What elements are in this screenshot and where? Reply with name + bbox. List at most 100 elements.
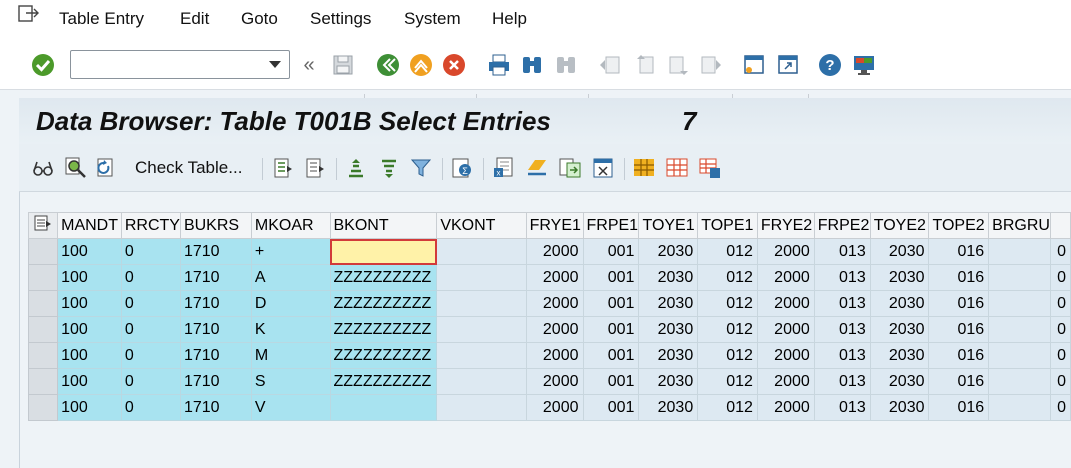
- table-cell[interactable]: 001: [582, 238, 640, 265]
- sort-ascending-icon[interactable]: [343, 154, 369, 182]
- customize-layout-icon[interactable]: [850, 40, 878, 90]
- table-cell[interactable]: 1710: [179, 264, 252, 291]
- table-cell[interactable]: 013: [813, 394, 871, 421]
- last-page-icon[interactable]: [697, 40, 725, 90]
- table-cell[interactable]: 2030: [638, 342, 699, 369]
- table-row[interactable]: 100 0 1710 D ZZZZZZZZZZ 2000 001 2030 012 2000 013…: [28, 290, 1071, 317]
- table-cell[interactable]: D: [250, 290, 331, 317]
- previous-page-icon[interactable]: [630, 40, 658, 90]
- table-cell[interactable]: 100: [57, 316, 122, 343]
- table-cell[interactable]: 100: [57, 290, 122, 317]
- table-cell[interactable]: 2030: [869, 394, 930, 421]
- glasses-icon[interactable]: [30, 154, 56, 182]
- table-cell[interactable]: 1710: [179, 342, 252, 369]
- table-cell[interactable]: ZZZZZZZZZZ: [329, 368, 438, 395]
- total-icon[interactable]: Σ: [449, 154, 475, 182]
- detail-icon[interactable]: [270, 154, 296, 182]
- save-layout-icon[interactable]: [697, 154, 723, 182]
- menu-goto[interactable]: Goto: [241, 9, 278, 29]
- table-cell[interactable]: 0: [1050, 264, 1071, 291]
- table-cell[interactable]: 013: [813, 342, 871, 369]
- column-header[interactable]: BUKRS: [179, 212, 252, 239]
- table-cell[interactable]: 2030: [869, 342, 930, 369]
- table-cell[interactable]: 0: [120, 394, 181, 421]
- table-row[interactable]: 100 0 1710 +2000 001 2030 012 2000 013 2030 016 0: [28, 238, 1071, 265]
- row-selector[interactable]: [28, 368, 59, 395]
- table-row[interactable]: 100 0 1710 S ZZZZZZZZZZ 2000 001 2030 012 2000 013…: [28, 368, 1071, 395]
- choose-layout-icon[interactable]: [631, 154, 657, 182]
- table-cell[interactable]: 0: [1050, 394, 1071, 421]
- table-cell[interactable]: 2030: [869, 368, 930, 395]
- create-session-icon[interactable]: [740, 40, 768, 90]
- table-cell[interactable]: 013: [813, 368, 871, 395]
- find-next-icon[interactable]: [552, 40, 580, 90]
- column-header[interactable]: FRYE1: [525, 212, 584, 239]
- table-cell[interactable]: 2000: [525, 264, 584, 291]
- table-cell[interactable]: 0: [120, 264, 181, 291]
- table-cell[interactable]: 2000: [756, 394, 815, 421]
- export-excel-icon[interactable]: x: [491, 154, 517, 182]
- table-cell[interactable]: 0: [1050, 342, 1071, 369]
- table-cell[interactable]: M: [250, 342, 331, 369]
- filter-icon[interactable]: [408, 154, 434, 182]
- display-icon[interactable]: [302, 154, 328, 182]
- table-cell[interactable]: 1710: [179, 290, 252, 317]
- table-cell[interactable]: 2030: [638, 238, 699, 265]
- table-cell[interactable]: 016: [928, 238, 990, 265]
- table-cell[interactable]: 2000: [756, 316, 815, 343]
- menu-edit[interactable]: Edit: [180, 9, 209, 29]
- row-selector[interactable]: [28, 316, 59, 343]
- table-cell[interactable]: 0: [1050, 316, 1071, 343]
- table-cell[interactable]: 2000: [525, 316, 584, 343]
- table-cell[interactable]: 012: [697, 316, 758, 343]
- enter-icon[interactable]: [28, 40, 58, 90]
- column-header[interactable]: TOYE1: [638, 212, 699, 239]
- table-cell[interactable]: [436, 316, 527, 343]
- sort-descending-icon[interactable]: [376, 154, 402, 182]
- table-cell[interactable]: 013: [813, 238, 871, 265]
- column-header[interactable]: MANDT: [57, 212, 122, 239]
- table-cell[interactable]: 012: [697, 290, 758, 317]
- table-cell[interactable]: 2030: [638, 394, 699, 421]
- table-cell[interactable]: +: [250, 238, 331, 265]
- table-cell[interactable]: 2000: [756, 290, 815, 317]
- column-header[interactable]: FRPE1: [582, 212, 640, 239]
- row-selector[interactable]: [28, 238, 59, 265]
- cancel-icon[interactable]: [440, 40, 468, 90]
- table-cell[interactable]: 016: [928, 342, 990, 369]
- table-cell[interactable]: S: [250, 368, 331, 395]
- row-selector[interactable]: [28, 394, 59, 421]
- table-cell[interactable]: 012: [697, 264, 758, 291]
- table-cell[interactable]: ZZZZZZZZZZ: [329, 290, 438, 317]
- table-cell[interactable]: 2030: [869, 290, 930, 317]
- table-cell[interactable]: ZZZZZZZZZZ: [329, 342, 438, 369]
- table-cell[interactable]: 013: [813, 316, 871, 343]
- table-cell[interactable]: 100: [57, 368, 122, 395]
- table-cell[interactable]: [329, 238, 438, 265]
- table-cell[interactable]: ZZZZZZZZZZ: [329, 264, 438, 291]
- column-header[interactable]: BRGRU: [988, 212, 1052, 239]
- table-cell[interactable]: 2000: [525, 238, 584, 265]
- table-cell[interactable]: [436, 342, 527, 369]
- table-cell[interactable]: 2030: [638, 264, 699, 291]
- menu-table-entry[interactable]: Table Entry: [59, 9, 144, 29]
- table-cell[interactable]: [988, 238, 1052, 265]
- exit-icon[interactable]: [407, 40, 435, 90]
- table-cell[interactable]: 1710: [179, 316, 252, 343]
- refresh-icon[interactable]: [95, 154, 121, 182]
- table-cell[interactable]: A: [250, 264, 331, 291]
- column-header[interactable]: BKONT: [329, 212, 438, 239]
- back-icon[interactable]: [374, 40, 402, 90]
- table-cell[interactable]: 001: [582, 394, 640, 421]
- table-cell[interactable]: 2030: [638, 316, 699, 343]
- print-icon[interactable]: [485, 40, 513, 90]
- table-cell[interactable]: K: [250, 316, 331, 343]
- word-processing-icon[interactable]: [590, 154, 616, 182]
- table-cell[interactable]: 012: [697, 342, 758, 369]
- table-cell[interactable]: 100: [57, 394, 122, 421]
- table-cell[interactable]: 016: [928, 316, 990, 343]
- column-header[interactable]: RRCTY: [120, 212, 181, 239]
- column-header[interactable]: [1050, 212, 1071, 239]
- table-cell[interactable]: 012: [697, 238, 758, 265]
- chevron-down-icon[interactable]: [269, 61, 281, 68]
